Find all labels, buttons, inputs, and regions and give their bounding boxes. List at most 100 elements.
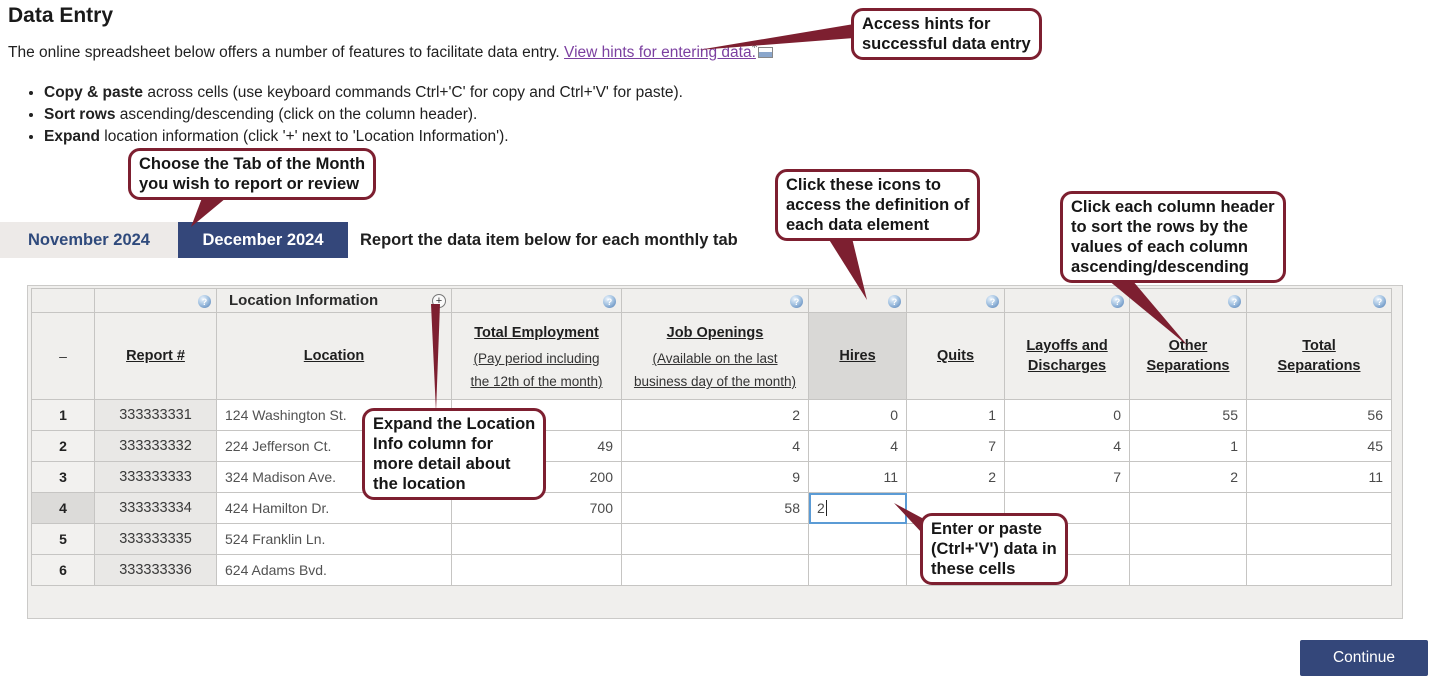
column-header-other-separations[interactable]: Other Separations (1129, 312, 1247, 400)
callout-line: access the definition of (786, 196, 970, 214)
help-icon[interactable]: ? (1373, 295, 1386, 308)
column-header-report[interactable]: Report # (94, 312, 217, 400)
job-openings-cell[interactable]: 9 (621, 461, 809, 493)
other-separations-cell[interactable]: 2 (1129, 461, 1247, 493)
expand-location-icon[interactable]: + (432, 293, 446, 308)
total-separations-cell[interactable]: 56 (1246, 399, 1392, 431)
view-hints-link[interactable]: View hints for entering data. (564, 44, 756, 61)
help-icon[interactable]: ? (1228, 295, 1241, 308)
job-openings-cell[interactable]: 58 (621, 492, 809, 524)
table-row: 6 333333336 624 Adams Bvd. (31, 554, 1392, 586)
row-number-header: – (31, 312, 95, 400)
callout-line: Access hints for (862, 15, 991, 33)
column-label: Job Openings (666, 325, 764, 341)
location-cell: 524 Franklin Ln. (216, 523, 452, 555)
total-employment-cell[interactable] (451, 523, 622, 555)
intro-sentence: The online spreadsheet below offers a nu… (8, 44, 560, 61)
other-separations-cell[interactable] (1129, 554, 1247, 586)
row-number-cell: 6 (31, 554, 95, 586)
hires-cell[interactable] (808, 523, 907, 555)
location-information-label: Location Information (229, 292, 379, 309)
report-number-cell: 333333335 (94, 523, 217, 555)
row-number-cell: 4 (31, 492, 95, 524)
callout-line: Click these icons to (786, 176, 941, 194)
column-sublabel: (Pay period including (473, 351, 600, 366)
layoffs-cell[interactable]: 0 (1004, 399, 1130, 431)
quits-cell[interactable]: 7 (906, 430, 1005, 462)
help-icon[interactable]: ? (790, 295, 803, 308)
layoffs-cell[interactable]: 7 (1004, 461, 1130, 493)
column-header-hires[interactable]: Hires (808, 312, 907, 400)
table-row: 3 333333333 324 Madison Ave. 200 9 11 2 … (31, 461, 1392, 493)
callout-sort-columns: Click each column header to sort the row… (1060, 191, 1286, 283)
hires-cell[interactable]: 0 (808, 399, 907, 431)
feature-list: Copy & paste across cells (use keyboard … (30, 84, 683, 150)
column-header-layoffs[interactable]: Layoffs and Discharges (1004, 312, 1130, 400)
job-openings-cell[interactable]: 2 (621, 399, 809, 431)
active-hires-cell[interactable]: 2 (808, 492, 907, 524)
callout-line: each data element (786, 216, 930, 234)
hires-cell[interactable]: 4 (808, 430, 907, 462)
hires-cell[interactable]: 11 (808, 461, 907, 493)
column-sublabel: (Available on the last (652, 351, 778, 366)
tab-instruction: Report the data item below for each mont… (360, 231, 738, 249)
spreadsheet-container: ? Location Information + ? ? ? ? ? ? ? –… (27, 285, 1403, 619)
report-number-cell: 333333331 (94, 399, 217, 431)
help-icon[interactable]: ? (198, 295, 211, 308)
job-openings-cell[interactable] (621, 523, 809, 555)
continue-button[interactable]: Continue (1300, 640, 1428, 676)
other-separations-cell[interactable] (1129, 492, 1247, 524)
total-separations-cell[interactable] (1246, 523, 1392, 555)
help-icon[interactable]: ? (603, 295, 616, 308)
quits-cell[interactable]: 1 (906, 399, 1005, 431)
callout-access-hints: Access hints for successful data entry (851, 8, 1042, 60)
report-help-cell: ? (94, 288, 217, 313)
column-header-total-separations[interactable]: Total Separations (1246, 312, 1392, 400)
bullet-text: location information (click '+' next to … (99, 128, 509, 145)
job-openings-cell[interactable] (621, 554, 809, 586)
callout-enter-paste: Enter or paste (Ctrl+'V') data in these … (920, 513, 1068, 585)
column-header-row: – Report # Location Total Employment (Pa… (31, 312, 1392, 400)
hires-cell[interactable] (808, 554, 907, 586)
column-header-quits[interactable]: Quits (906, 312, 1005, 400)
column-label: Report # (126, 348, 185, 364)
column-header-location[interactable]: Location (216, 312, 452, 400)
total-separations-cell[interactable] (1246, 554, 1392, 586)
total-separations-help-cell: ? (1246, 288, 1392, 313)
callout-expand-location: Expand the Location Info column for more… (362, 408, 547, 500)
total-separations-cell[interactable]: 45 (1246, 430, 1392, 462)
column-label: Layoffs and (1026, 338, 1108, 354)
location-information-header: Location Information + (216, 288, 452, 313)
other-separations-cell[interactable] (1129, 523, 1247, 555)
total-separations-cell[interactable]: 11 (1246, 461, 1392, 493)
list-item: Copy & paste across cells (use keyboard … (44, 84, 683, 102)
help-icon[interactable]: ? (986, 295, 999, 308)
job-openings-help-cell: ? (621, 288, 809, 313)
other-separations-cell[interactable]: 55 (1129, 399, 1247, 431)
help-icon[interactable]: ? (1111, 295, 1124, 308)
hires-help-cell: ? (808, 288, 907, 313)
bullet-bold: Copy & paste (44, 84, 144, 101)
callout-click-icons: Click these icons to access the definiti… (775, 169, 981, 241)
column-header-job-openings[interactable]: Job Openings (Available on the last busi… (621, 312, 809, 400)
job-openings-cell[interactable]: 4 (621, 430, 809, 462)
total-employment-cell[interactable] (451, 554, 622, 586)
report-number-cell: 333333332 (94, 430, 217, 462)
total-employment-help-cell: ? (451, 288, 622, 313)
data-entry-page: Data Entry The online spreadsheet below … (0, 0, 1430, 680)
quits-help-cell: ? (906, 288, 1005, 313)
callout-choose-tab: Choose the Tab of the Month you wish to … (128, 148, 377, 200)
quits-cell[interactable]: 2 (906, 461, 1005, 493)
tab-december-2024[interactable]: December 2024 (178, 222, 348, 258)
layoffs-cell[interactable]: 4 (1004, 430, 1130, 462)
callout-line: these cells (931, 560, 1016, 578)
page-title: Data Entry (8, 4, 114, 27)
bullet-text: across cells (use keyboard commands Ctrl… (143, 84, 683, 101)
other-separations-cell[interactable]: 1 (1129, 430, 1247, 462)
callout-line: to sort the rows by the (1071, 218, 1248, 236)
list-item: Sort rows ascending/descending (click on… (44, 106, 683, 124)
help-icon[interactable]: ? (888, 295, 901, 308)
column-header-total-employment[interactable]: Total Employment (Pay period including t… (451, 312, 622, 400)
total-separations-cell[interactable] (1246, 492, 1392, 524)
tab-november-2024[interactable]: November 2024 (0, 222, 178, 258)
